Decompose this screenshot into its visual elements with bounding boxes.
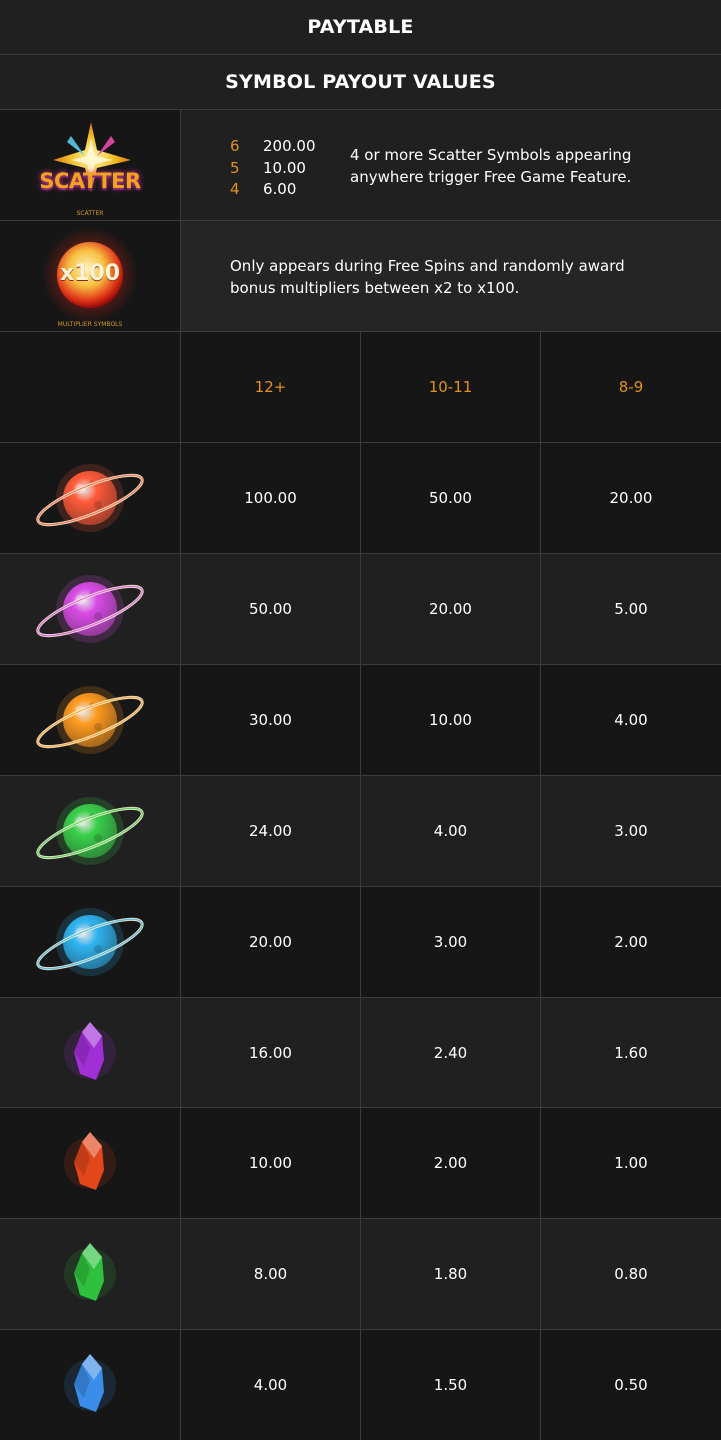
red-crystal-icon (60, 1118, 120, 1208)
payout-10-11: 3.00 (361, 887, 541, 997)
payout-8-9: 0.50 (614, 1376, 648, 1394)
scatter-star-icon (53, 122, 131, 192)
payout-8-9: 0.80 (614, 1265, 648, 1283)
column-header-10-11: 10-11 (361, 332, 541, 442)
payout-10-11: 4.00 (361, 776, 541, 886)
payout-10-11: 2.00 (361, 1108, 541, 1218)
payout-8-9: 3.00 (614, 822, 648, 840)
scatter-payout-row: 6 200.00 (230, 137, 316, 155)
payout-10-11: 20.00 (361, 554, 541, 664)
payout-8-9: 1.00 (614, 1154, 648, 1172)
payout-8-9: 20.00 (609, 489, 653, 507)
column-header-row: 12+ 10-11 8-9 (0, 332, 721, 443)
scatter-row: SCATTER SCATTER 6 200.00 5 10.00 4 6.00 4 o… (0, 110, 721, 221)
section-title-text: SYMBOL PAYOUT VALUES (225, 71, 496, 93)
symbol-row: 10.00 2.00 1.00 (0, 1108, 721, 1219)
green-planet-icon (30, 786, 150, 876)
payout-12plus: 10.00 (181, 1108, 361, 1218)
column-header-8-9: 8-9 (618, 378, 644, 396)
payout-12plus: 30.00 (181, 665, 361, 775)
payout-8-9: 2.00 (614, 933, 648, 951)
payout-8-9: 4.00 (614, 711, 648, 729)
scatter-payout-row: 5 10.00 (230, 158, 306, 177)
payout-12plus: 16.00 (181, 998, 361, 1107)
purple-crystal-icon (60, 1008, 120, 1098)
symbol-row: 16.00 2.40 1.60 (0, 998, 721, 1108)
scatter-payout-row: 4 6.00 (230, 180, 297, 198)
symbol-icon-cell (0, 1330, 181, 1440)
multiplier-description: Only appears during Free Spins and rando… (230, 257, 625, 297)
scatter-caption: SCATTER (76, 210, 104, 217)
payout-12plus: 4.00 (181, 1330, 361, 1440)
symbol-icon-cell (0, 554, 181, 664)
paytable-title: PAYTABLE (0, 0, 721, 55)
symbol-icon-cell (0, 887, 181, 997)
symbol-row: 24.00 4.00 3.00 (0, 776, 721, 887)
symbol-icon-cell (0, 776, 181, 886)
scatter-description: 4 or more Scatter Symbols appearing anyw… (350, 146, 632, 186)
paytable-title-text: PAYTABLE (307, 16, 414, 38)
blue-crystal-icon (60, 1340, 120, 1430)
payout-10-11: 1.80 (361, 1219, 541, 1329)
payout-12plus: 8.00 (181, 1219, 361, 1329)
symbol-icon-cell (0, 443, 181, 553)
section-title: SYMBOL PAYOUT VALUES (0, 55, 721, 110)
column-header-12plus: 12+ (181, 332, 361, 442)
scatter-payout-list: 6 200.00 5 10.00 4 6.00 (230, 136, 316, 201)
symbol-icon-cell (0, 998, 181, 1107)
symbol-icon-cell (0, 1108, 181, 1218)
symbol-row: 30.00 10.00 4.00 (0, 665, 721, 776)
symbol-row: 20.00 3.00 2.00 (0, 887, 721, 998)
multiplier-caption: MULTIPLIER SYMBOLS (57, 321, 123, 328)
blue-planet-icon (30, 897, 150, 987)
payout-10-11: 1.50 (361, 1330, 541, 1440)
orange-planet-icon (30, 675, 150, 765)
multiplier-symbol-cell: x100 MULTIPLIER SYMBOLS (0, 221, 181, 331)
multiplier-row: x100 MULTIPLIER SYMBOLS Only appears dur… (0, 221, 721, 332)
payout-10-11: 2.40 (361, 998, 541, 1107)
payout-12plus: 100.00 (181, 443, 361, 553)
symbol-icon-cell (0, 1219, 181, 1329)
purple-planet-icon (30, 564, 150, 654)
payout-12plus: 24.00 (181, 776, 361, 886)
symbol-row: 100.00 50.00 20.00 (0, 443, 721, 554)
payout-10-11: 10.00 (361, 665, 541, 775)
payout-10-11: 50.00 (361, 443, 541, 553)
symbol-row: 4.00 1.50 0.50 (0, 1330, 721, 1440)
symbol-icon-cell (0, 665, 181, 775)
scatter-logo-text: SCATTER (39, 169, 141, 193)
red-planet-icon (30, 453, 150, 543)
scatter-symbol-cell: SCATTER SCATTER (0, 110, 181, 220)
payout-12plus: 50.00 (181, 554, 361, 664)
column-header-empty (0, 332, 181, 442)
symbol-row: 50.00 20.00 5.00 (0, 554, 721, 665)
multiplier-orb-text: x100 (59, 261, 121, 286)
symbol-row: 8.00 1.80 0.80 (0, 1219, 721, 1330)
green-crystal-icon (60, 1229, 120, 1319)
payout-8-9: 1.60 (614, 1043, 648, 1062)
payout-8-9: 5.00 (614, 600, 648, 618)
payout-12plus: 20.00 (181, 887, 361, 997)
